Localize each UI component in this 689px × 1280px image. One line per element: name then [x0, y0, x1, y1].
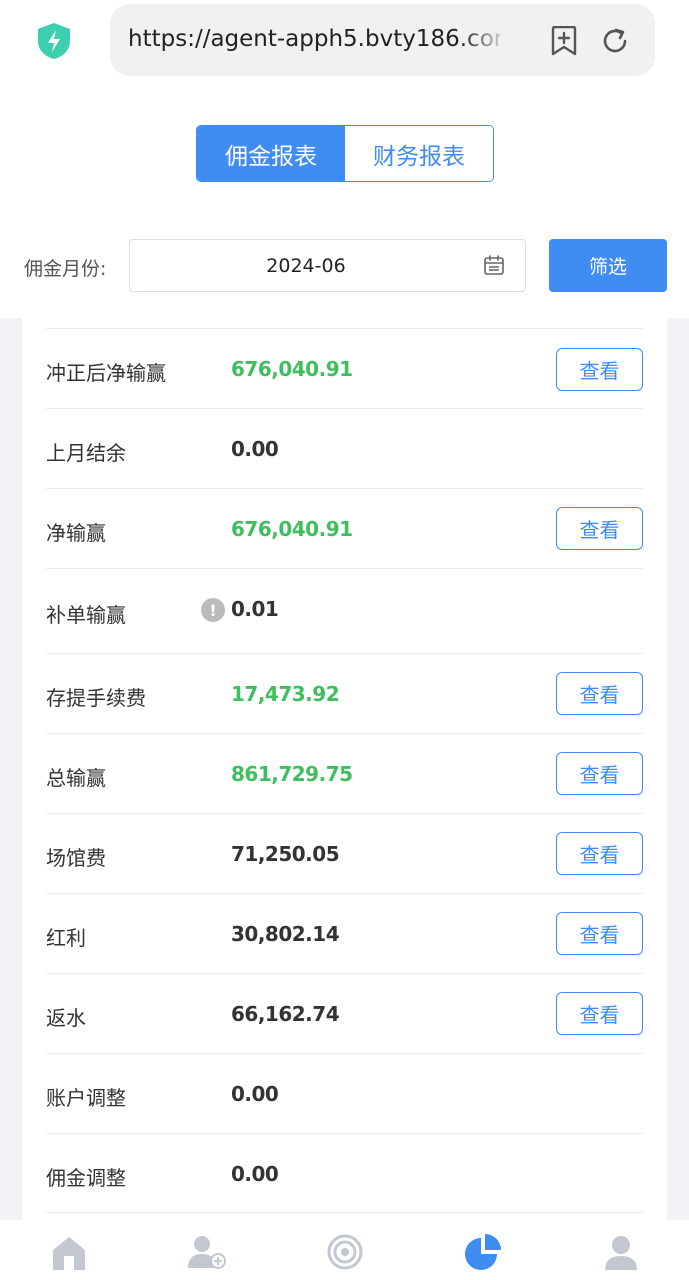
url-text[interactable]: https://agent-apph5.bvty186.com: [128, 26, 500, 52]
row-value: 861,729.75: [231, 762, 353, 786]
view-button[interactable]: 查看: [556, 672, 643, 715]
row-value: 0.00: [231, 437, 279, 461]
profile-icon[interactable]: [602, 1234, 640, 1270]
view-button[interactable]: 查看: [556, 752, 643, 795]
row-value: 0.01: [231, 597, 279, 621]
row-value: 676,040.91: [231, 517, 353, 541]
row-label: 返水: [46, 1006, 86, 1030]
filter-button[interactable]: 筛选: [549, 239, 667, 292]
reload-icon[interactable]: [600, 26, 630, 56]
row-label: 补单输赢: [46, 603, 126, 627]
row-label: 账户调整: [46, 1086, 126, 1110]
row-value: 71,250.05: [231, 842, 340, 866]
report-header: 佣金报表 财务报表 佣金月份: 2024-06 筛选: [0, 92, 689, 318]
address-bar[interactable]: https://agent-apph5.bvty186.com: [110, 4, 655, 76]
row-label: 净输赢: [46, 521, 106, 545]
month-label: 佣金月份:: [24, 258, 107, 280]
shield-icon[interactable]: [36, 22, 72, 60]
report-pie-icon[interactable]: [464, 1234, 502, 1270]
row-label: 红利: [46, 926, 86, 950]
list-item: 冲正后净输赢 676,040.91 查看: [46, 328, 643, 408]
row-label: 佣金调整: [46, 1166, 126, 1190]
month-value[interactable]: 2024-06: [130, 255, 482, 277]
home-icon[interactable]: [50, 1234, 88, 1270]
report-tabs: 佣金报表 财务报表: [196, 125, 494, 182]
month-picker[interactable]: 2024-06: [129, 239, 526, 292]
bottom-nav: [0, 1220, 689, 1280]
row-label: 上月结余: [46, 441, 126, 465]
calendar-icon[interactable]: [483, 254, 505, 276]
row-value: 66,162.74: [231, 1002, 340, 1026]
list-item: 净输赢 676,040.91 查看: [46, 488, 643, 568]
list-item: 红利 30,802.14 查看: [46, 893, 643, 973]
browser-bar: https://agent-apph5.bvty186.com: [0, 0, 689, 92]
list-item: 总输赢 861,729.75 查看: [46, 733, 643, 813]
row-value: 676,040.91: [231, 357, 353, 381]
row-label: 总输赢: [46, 766, 106, 790]
report-card: 冲正后净输赢 676,040.91 查看 上月结余 0.00 净输赢 676,0…: [22, 318, 667, 1238]
row-value: 30,802.14: [231, 922, 340, 946]
list-item: 补单输赢 ! 0.01: [46, 568, 643, 653]
view-button[interactable]: 查看: [556, 992, 643, 1035]
list-item: 存提手续费 17,473.92 查看: [46, 653, 643, 733]
row-label: 场馆费: [46, 846, 106, 870]
list-item: 账户调整 0.00: [46, 1053, 643, 1133]
row-label: 冲正后净输赢: [46, 361, 166, 385]
add-member-icon[interactable]: [188, 1234, 226, 1270]
tab-finance-report[interactable]: 财务报表: [345, 126, 493, 181]
view-button[interactable]: 查看: [556, 507, 643, 550]
list-item: 场馆费 71,250.05 查看: [46, 813, 643, 893]
view-button[interactable]: 查看: [556, 832, 643, 875]
list-item: 上月结余 0.00: [46, 408, 643, 488]
info-icon[interactable]: !: [201, 598, 225, 622]
tab-commission-report[interactable]: 佣金报表: [197, 126, 345, 181]
row-value: 0.00: [231, 1162, 279, 1186]
row-value: 0.00: [231, 1082, 279, 1106]
row-label: 存提手续费: [46, 686, 146, 710]
view-button[interactable]: 查看: [556, 348, 643, 391]
broadcast-icon[interactable]: [326, 1234, 364, 1270]
add-bookmark-icon[interactable]: [550, 26, 578, 56]
row-value: 17,473.92: [231, 682, 340, 706]
url-fade: [460, 22, 510, 58]
list-item: 返水 66,162.74 查看: [46, 973, 643, 1053]
list-item: 佣金调整 0.00: [46, 1133, 643, 1213]
view-button[interactable]: 查看: [556, 912, 643, 955]
